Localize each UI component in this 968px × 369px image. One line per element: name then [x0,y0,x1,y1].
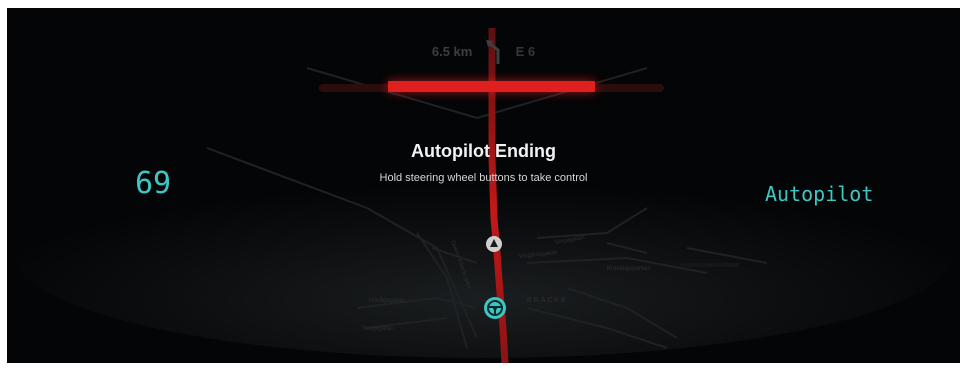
autopilot-progress-fill [388,81,595,92]
map-side-bar [679,263,739,267]
instrument-cluster: 6.5 km E 6 Autopilot Ending Hold steerin… [7,8,960,363]
driving-mode-label: Autopilot [765,182,874,206]
map-label-district: BRÄCKE [527,297,568,304]
alert-title: Autopilot Ending [411,141,556,161]
speed-readout: 69 [135,166,172,201]
turn-by-turn-instruction: 6.5 km E 6 [7,38,960,64]
map-label-street-5: Skogsgatan [362,326,394,332]
map-label-park: Krokängsparken [607,266,651,272]
road-name: E 6 [515,43,536,59]
turn-distance: 6.5 km [431,43,473,59]
turn-left-arrow-icon [484,38,506,64]
steering-wheel-icon [484,297,506,319]
map-label-street-3: Hövågsgatan [369,298,405,304]
car-position-icon [486,236,502,252]
